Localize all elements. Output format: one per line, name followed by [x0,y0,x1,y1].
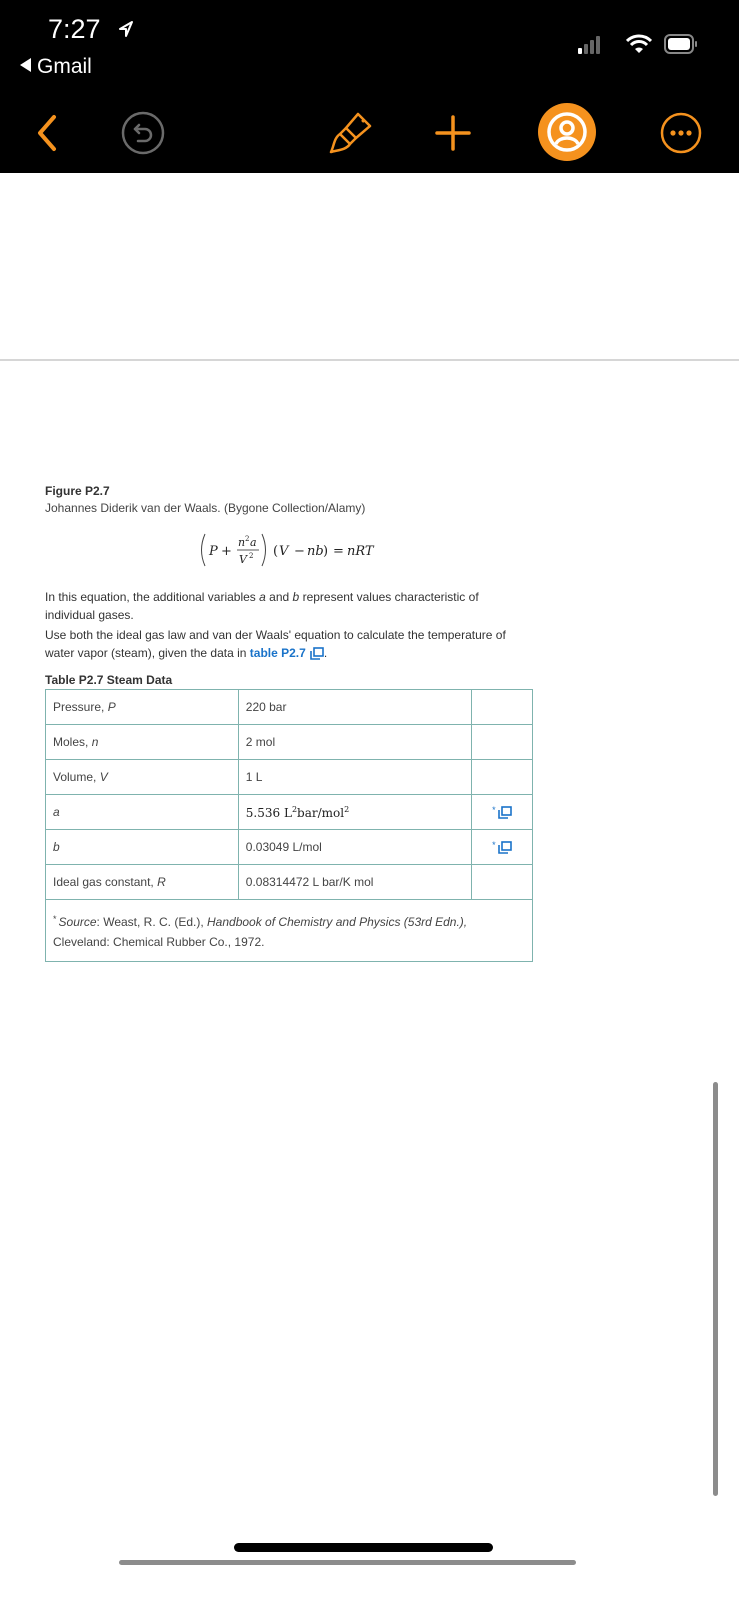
para1-text-2: and [265,590,293,604]
row-value: 2 mol [237,724,472,760]
svg-text:a: a [250,536,257,549]
svg-text:nb: nb [307,544,324,559]
row-label: b [45,829,239,865]
back-app-label: Gmail [37,55,92,78]
row-value: 0.08314472 L bar/K mol [237,864,472,900]
table-source-row: * Source: Weast, R. C. (Ed.), Handbook of… [45,899,533,962]
undo-button[interactable] [118,108,168,158]
row-label: Pressure, P [45,689,239,725]
table-row: a 5.536 L2bar/mol2 * [45,794,534,830]
open-in-new-icon[interactable] [310,647,324,660]
row-label: a [45,794,239,830]
svg-text:+: + [221,544,232,559]
open-in-new-icon[interactable] [497,805,512,819]
back-button[interactable] [22,108,72,158]
status-time: 7:27 [48,14,101,44]
var-a: a [259,590,266,604]
markup-button[interactable] [326,108,376,158]
profile-button[interactable] [536,101,598,163]
row-note [470,724,534,760]
para1-text-1: In this equation, the additional variabl… [45,590,260,604]
row-note [470,864,534,900]
svg-text:P: P [208,544,218,559]
profile-icon [538,103,596,161]
undo-icon [121,111,165,155]
location-arrow-icon [119,21,133,37]
back-to-gmail[interactable]: Gmail [20,55,92,79]
add-button[interactable] [428,108,478,158]
open-in-new-icon[interactable] [497,840,512,854]
paragraph-variables: In this equation, the additional variabl… [45,588,525,624]
table-row: Moles, n 2 mol [45,724,534,760]
svg-text:−: − [294,544,305,559]
svg-text:): ) [323,544,328,559]
row-value: 1 L [237,759,472,795]
table-row: Volume, V 1 L [45,759,534,795]
svg-text:(: ( [273,544,278,559]
svg-text:nRT: nRT [347,544,375,559]
row-note [470,759,534,795]
svg-text:2: 2 [249,552,253,560]
document-content: Figure P2.7 Johannes Diderik van der Waa… [45,484,535,962]
svg-text:V: V [239,553,248,566]
chevron-left-icon [38,115,56,151]
row-label: Ideal gas constant, R [45,864,239,900]
steam-data-table: Pressure, P 220 bar Moles, n 2 mol Volum… [45,689,534,962]
home-indicator[interactable] [234,1543,493,1552]
row-value: 0.03049 L/mol [237,829,472,865]
more-icon [660,112,702,154]
back-triangle-icon [20,58,31,72]
svg-text:V: V [279,544,290,559]
vertical-scrollbar[interactable] [713,1082,718,1496]
top-bar: 7:27 Gmail [0,0,739,173]
row-value: 5.536 L2bar/mol2 [237,794,472,830]
more-button[interactable] [656,108,706,158]
para2-end: . [323,646,328,660]
figure-caption: Johannes Diderik van der Waals. (Bygone … [45,501,366,515]
table-row: Pressure, P 220 bar [45,689,534,725]
row-note[interactable]: * [470,794,534,830]
van-der-waals-equation: P + n 2 a V 2 ( V − nb ) = nRT [201,533,375,567]
wifi-icon [626,34,652,53]
table-source: * Source: Weast, R. C. (Ed.), Handbook of… [45,899,533,962]
table-title: Table P2.7 Steam Data [45,673,173,687]
page-divider [0,359,739,361]
battery-icon [664,34,697,54]
table-row: Ideal gas constant, R 0.08314472 L bar/K… [45,864,534,900]
signal-icon [578,36,600,54]
plus-icon [435,115,471,151]
paintbrush-icon [329,112,372,154]
row-label: Volume, V [45,759,239,795]
figure-title: Figure P2.7 [45,484,110,498]
row-note[interactable]: * [470,829,534,865]
row-note [470,689,534,725]
table-link[interactable]: table P2.7 [250,646,306,660]
paragraph-instructions: Use both the ideal gas law and van der W… [45,626,525,662]
row-value: 220 bar [237,689,472,725]
svg-text:=: = [333,544,344,559]
svg-text:2: 2 [245,535,249,543]
row-label: Moles, n [45,724,239,760]
table-row: b 0.03049 L/mol * [45,829,534,865]
horizontal-scrollbar[interactable] [119,1560,576,1565]
